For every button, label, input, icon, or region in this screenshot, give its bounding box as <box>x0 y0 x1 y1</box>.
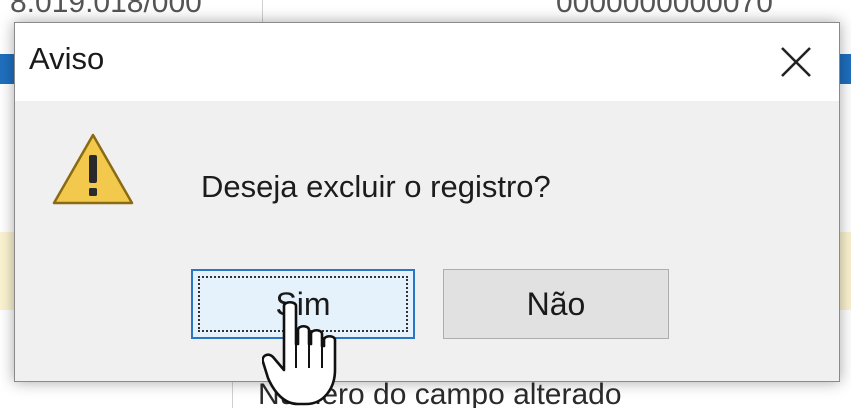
background-top-right-text: 0000000000070 <box>556 0 773 19</box>
background-divider <box>232 380 233 408</box>
dialog-message: Deseja excluir o registro? <box>201 169 551 204</box>
background-bottom-text: Número do campo alterado <box>258 378 622 408</box>
confirm-dialog: Aviso Deseja excluir o registro? Sim Não <box>14 22 840 382</box>
background-divider <box>262 0 263 22</box>
close-icon <box>781 47 811 77</box>
close-button[interactable] <box>767 33 825 91</box>
yes-button[interactable]: Sim <box>191 269 415 339</box>
dialog-content: Deseja excluir o registro? Sim Não <box>15 101 839 381</box>
no-button-label: Não <box>526 285 586 322</box>
warning-triangle-icon <box>52 133 134 205</box>
dialog-titlebar[interactable]: Aviso <box>15 23 839 101</box>
no-button[interactable]: Não <box>443 269 669 339</box>
background-highlight-row <box>0 232 14 310</box>
background-top-left-text: 8.019.018/000 <box>10 0 202 19</box>
dialog-title: Aviso <box>29 41 105 76</box>
background-blue-strip <box>0 54 14 84</box>
yes-button-label: Sim <box>275 285 331 322</box>
